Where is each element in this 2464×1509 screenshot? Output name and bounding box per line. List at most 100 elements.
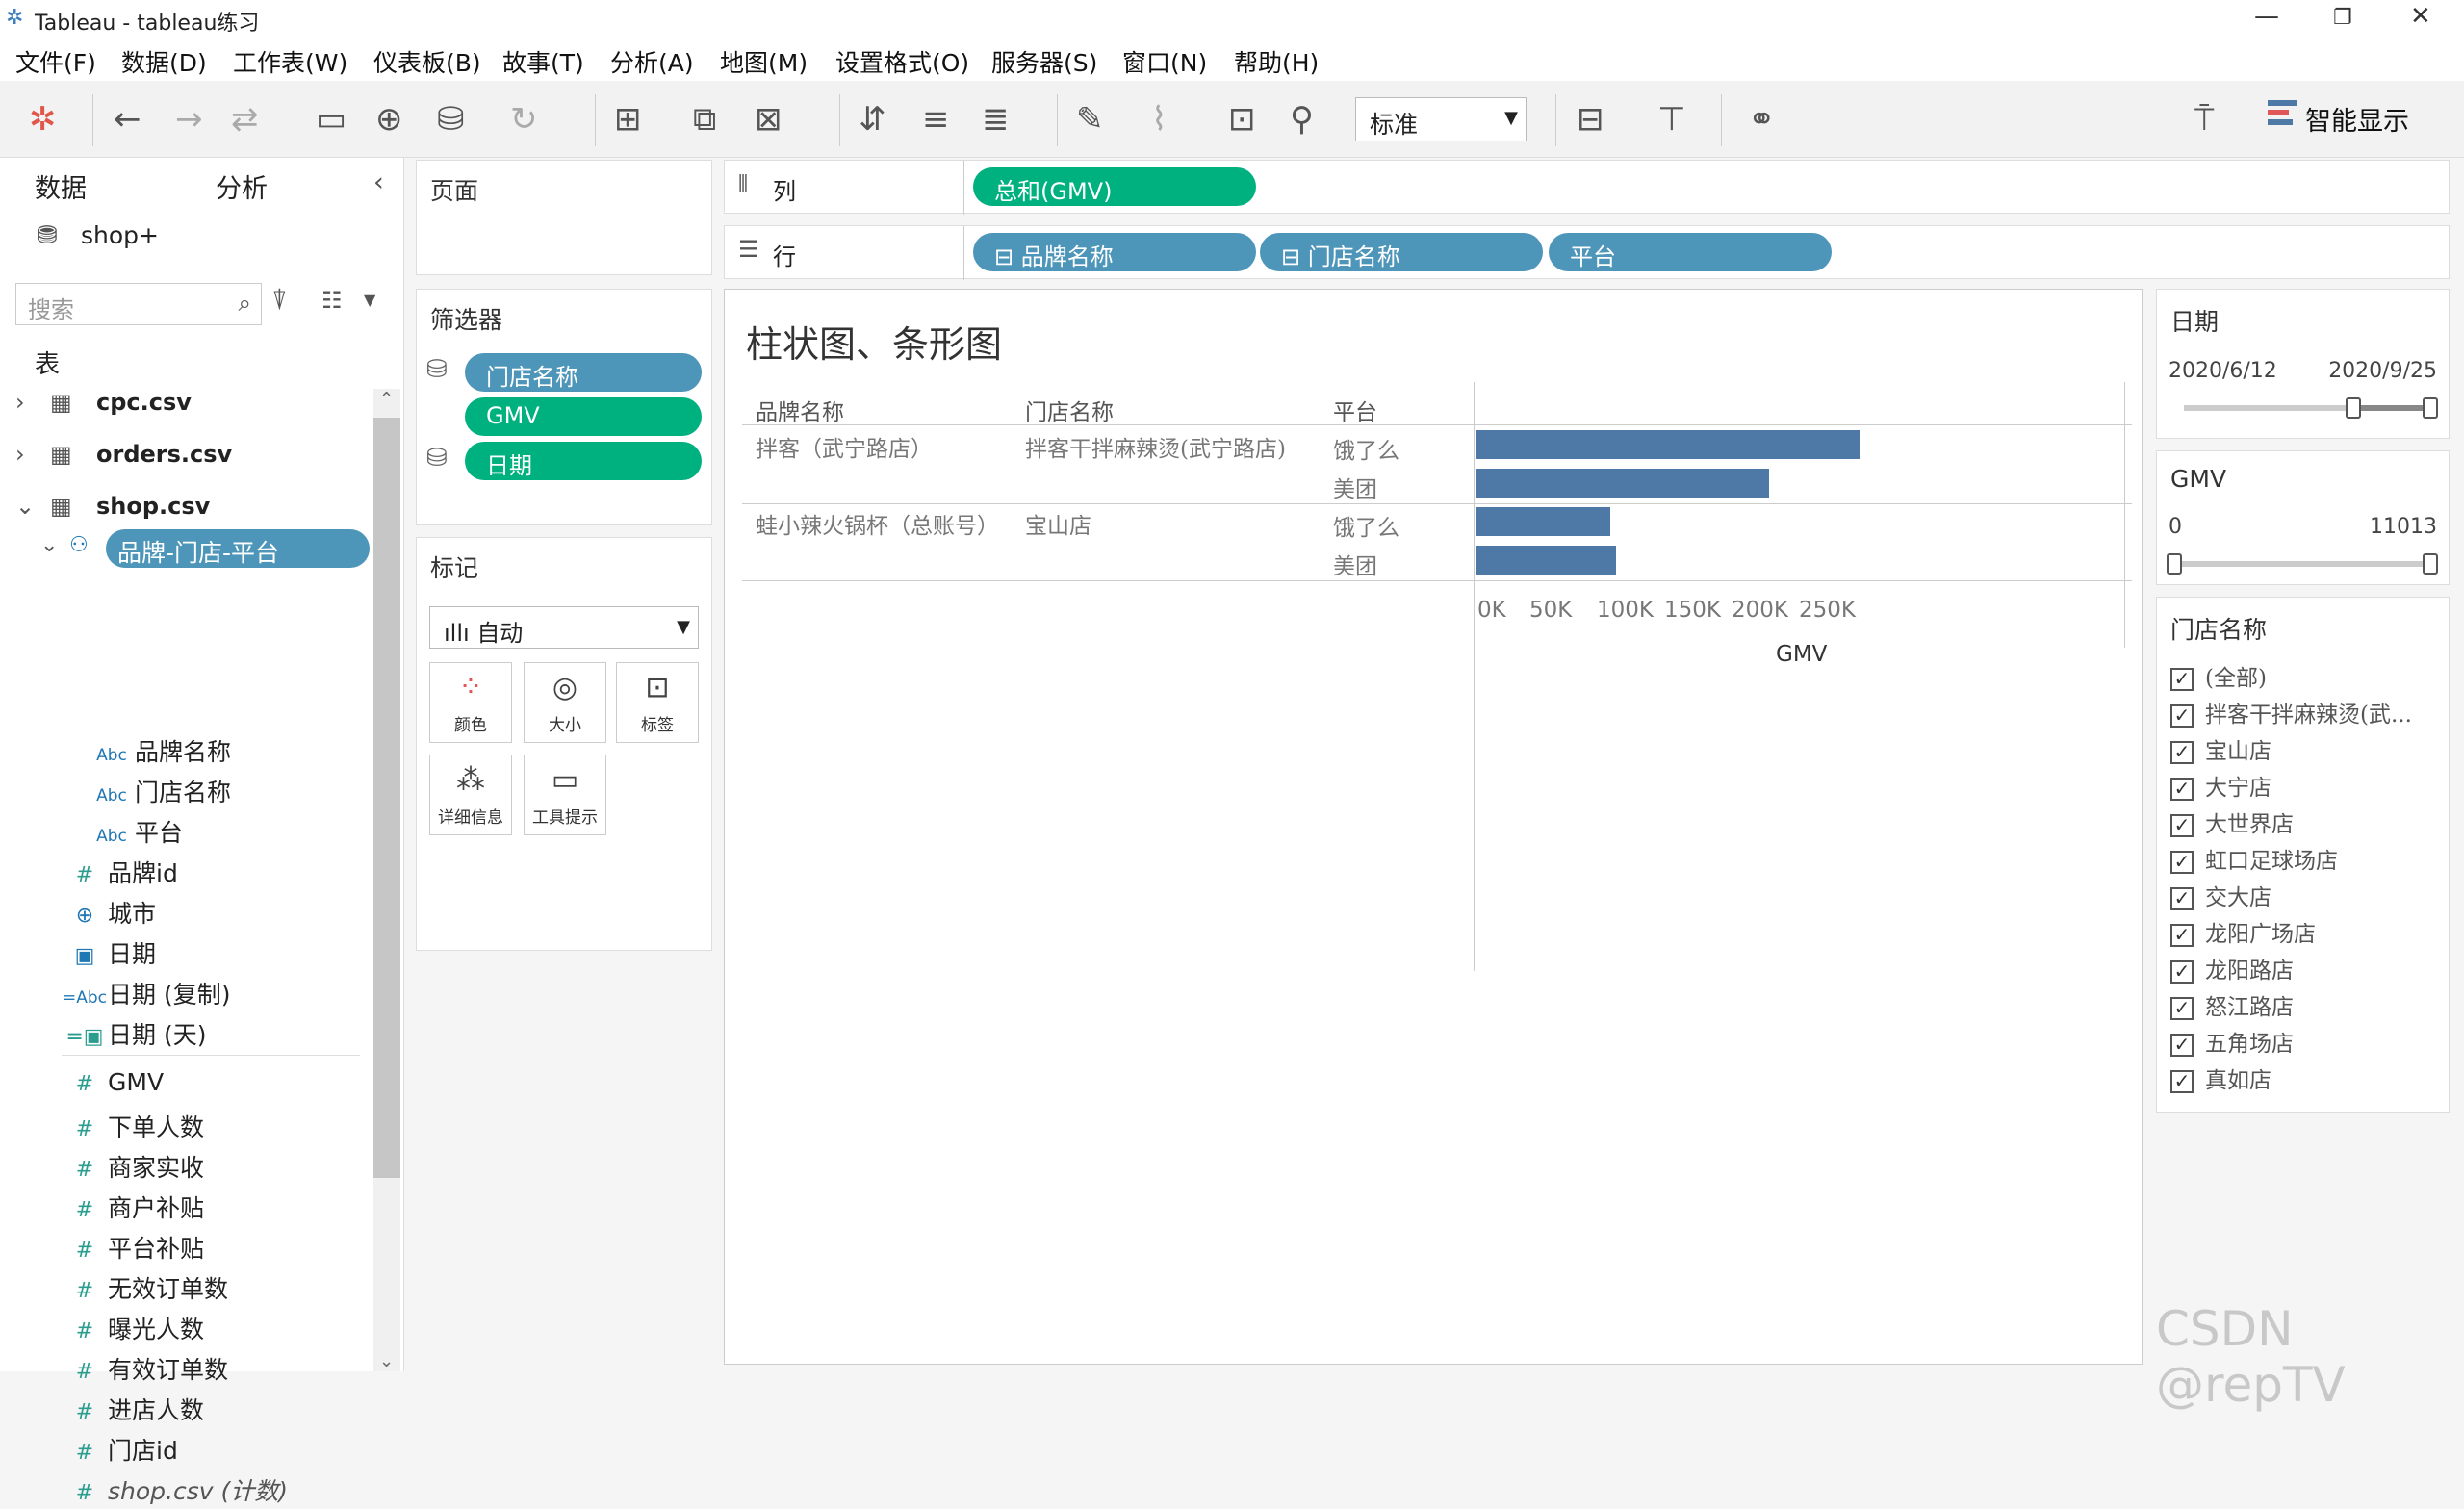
- tableau-home-icon[interactable]: ✲: [29, 100, 57, 139]
- checkbox-checked-icon[interactable]: ✓: [2170, 668, 2194, 691]
- menu-worksheet[interactable]: 工作表(W): [233, 44, 347, 79]
- row-platform-3[interactable]: 饿了么: [1333, 509, 1399, 542]
- row-platform-1[interactable]: 饿了么: [1333, 432, 1399, 465]
- datasource-name[interactable]: shop+: [81, 221, 159, 249]
- sort-ascending-icon[interactable]: ≡: [922, 100, 950, 139]
- menu-file[interactable]: 文件(F): [15, 44, 96, 79]
- field-measure[interactable]: # 门店id: [62, 1432, 178, 1469]
- checkbox-checked-icon[interactable]: ✓: [2170, 741, 2194, 764]
- chevron-down-icon[interactable]: ▼: [364, 291, 375, 309]
- pages-shelf[interactable]: 页面: [416, 160, 712, 275]
- row-platform-4[interactable]: 美团: [1333, 548, 1377, 580]
- store-filter-item[interactable]: ✓ 大世界店: [2170, 806, 2294, 838]
- menu-analysis[interactable]: 分析(A): [610, 44, 694, 79]
- menu-story[interactable]: 故事(T): [502, 44, 584, 79]
- checkbox-checked-icon[interactable]: ✓: [2170, 778, 2194, 801]
- field-measure[interactable]: # 曝光人数: [62, 1311, 204, 1347]
- field-date-day[interactable]: =▣ 日期 (天): [62, 1016, 206, 1053]
- close-icon[interactable]: ✕: [2410, 2, 2431, 31]
- gmv-slider-min-handle[interactable]: [2167, 553, 2182, 575]
- bar-mark[interactable]: [1476, 507, 1610, 536]
- field-measure[interactable]: # shop.csv (计数): [62, 1472, 288, 1509]
- rows-pill-brand[interactable]: ⊟ 品牌名称: [973, 233, 1256, 271]
- scroll-up-icon[interactable]: ⌃: [379, 389, 394, 409]
- store-filter-item[interactable]: ✓ 龙阳广场店: [2170, 915, 2316, 948]
- checkbox-checked-icon[interactable]: ✓: [2170, 851, 2194, 874]
- rows-pill-platform[interactable]: 平台: [1549, 233, 1832, 271]
- field-store-name[interactable]: Abc 门店名称: [89, 774, 231, 810]
- table-orders[interactable]: › ▦ orders.csv: [15, 441, 232, 468]
- filter-pill-store[interactable]: 门店名称: [465, 353, 702, 392]
- group-icon[interactable]: ⌇: [1151, 100, 1168, 139]
- columns-shelf[interactable]: ⫴ 列 总和(GMV): [724, 160, 2450, 215]
- header-platform[interactable]: 平台: [1333, 394, 1377, 426]
- field-measure[interactable]: # 商户补贴: [62, 1189, 204, 1226]
- checkbox-checked-icon[interactable]: ✓: [2170, 887, 2194, 910]
- field-measure[interactable]: # 无效订单数: [62, 1270, 228, 1307]
- row-brand-2[interactable]: 蛙小辣火锅杯（总账号）: [756, 507, 999, 540]
- menu-server[interactable]: 服务器(S): [991, 44, 1097, 79]
- field-measure[interactable]: # 平台补贴: [62, 1230, 204, 1266]
- field-brand-name[interactable]: Abc 品牌名称: [89, 733, 231, 770]
- undo-icon[interactable]: ←: [114, 100, 141, 139]
- filter-pill-date[interactable]: 日期: [465, 442, 702, 480]
- view-list-icon[interactable]: ☷: [321, 287, 343, 314]
- marks-color-button[interactable]: ⁘ 颜色: [429, 662, 512, 743]
- checkbox-checked-icon[interactable]: ✓: [2170, 1034, 2194, 1057]
- checkbox-checked-icon[interactable]: ✓: [2170, 960, 2194, 984]
- mark-type-select[interactable]: ıllı 自动 ▼: [429, 606, 699, 649]
- chevron-right-icon[interactable]: ›: [15, 389, 50, 416]
- field-brand-id[interactable]: # 品牌id: [62, 855, 178, 891]
- store-filter-item[interactable]: ✓ 拌客干拌麻辣烫(武...: [2170, 696, 2412, 729]
- share-icon[interactable]: ⚭: [1748, 100, 1776, 139]
- field-city[interactable]: ⊕ 城市: [62, 895, 156, 932]
- gmv-max[interactable]: 11013: [2370, 515, 2437, 539]
- field-measure[interactable]: # 商家实收: [62, 1149, 204, 1186]
- new-datasource-icon[interactable]: ⊕: [375, 100, 403, 139]
- menu-data[interactable]: 数据(D): [121, 44, 207, 79]
- field-measure[interactable]: # 下单人数: [62, 1109, 204, 1145]
- chevron-right-icon[interactable]: ›: [15, 441, 50, 468]
- show-labels-icon[interactable]: ⊡: [1228, 100, 1256, 139]
- header-brand[interactable]: 品牌名称: [756, 394, 844, 426]
- restore-icon[interactable]: ❐: [2333, 6, 2352, 30]
- menu-map[interactable]: 地图(M): [720, 44, 808, 79]
- fit-select[interactable]: 标准 ▼: [1355, 97, 1527, 141]
- date-start[interactable]: 2020/6/12: [2169, 359, 2277, 383]
- date-slider-start-handle[interactable]: [2346, 397, 2361, 419]
- highlight-icon[interactable]: ✎: [1076, 100, 1104, 139]
- store-filter-item[interactable]: ✓ (全部): [2170, 659, 2267, 692]
- header-store[interactable]: 门店名称: [1025, 394, 1114, 426]
- field-date-copy[interactable]: =Abc日期 (复制): [62, 976, 230, 1012]
- row-platform-2[interactable]: 美团: [1333, 471, 1377, 503]
- gmv-slider-max-handle[interactable]: [2423, 553, 2438, 575]
- row-brand-1[interactable]: 拌客（武宁路店）: [756, 430, 933, 463]
- field-measure[interactable]: # GMV: [62, 1068, 164, 1105]
- checkbox-checked-icon[interactable]: ✓: [2170, 924, 2194, 947]
- bar-mark[interactable]: [1476, 546, 1616, 575]
- checkbox-checked-icon[interactable]: ✓: [2170, 704, 2194, 728]
- field-date[interactable]: ▣ 日期: [62, 935, 156, 972]
- new-worksheet-icon[interactable]: ⊞: [614, 100, 642, 139]
- table-shop[interactable]: ⌄ ▦ shop.csv: [15, 493, 210, 520]
- redo-icon[interactable]: →: [175, 100, 203, 139]
- row-store-2[interactable]: 宝山店: [1025, 507, 1091, 540]
- store-filter-item[interactable]: ✓ 交大店: [2170, 879, 2272, 911]
- bar-mark[interactable]: [1476, 430, 1860, 459]
- bar-mark[interactable]: [1476, 469, 1770, 498]
- store-filter-item[interactable]: ✓ 宝山店: [2170, 732, 2272, 765]
- gmv-slider-track[interactable]: [2176, 561, 2426, 567]
- menu-format[interactable]: 设置格式(O): [835, 44, 969, 79]
- save-icon[interactable]: ▭: [316, 100, 346, 139]
- marks-tooltip-button[interactable]: ▭ 工具提示: [524, 754, 606, 835]
- table-cpc[interactable]: › ▦ cpc.csv: [15, 389, 192, 416]
- minimize-icon[interactable]: —: [2254, 2, 2279, 31]
- presentation-icon[interactable]: ⊤: [1657, 100, 1686, 139]
- sort-descending-icon[interactable]: ≣: [982, 100, 1010, 139]
- store-filter-item[interactable]: ✓ 五角场店: [2170, 1025, 2294, 1058]
- search-input[interactable]: 搜索 ⌕: [15, 283, 262, 325]
- tooltip-toggle-icon[interactable]: ⍑: [2194, 100, 2214, 139]
- menu-dashboard[interactable]: 仪表板(B): [373, 44, 481, 79]
- checkbox-checked-icon[interactable]: ✓: [2170, 1070, 2194, 1093]
- checkbox-checked-icon[interactable]: ✓: [2170, 997, 2194, 1020]
